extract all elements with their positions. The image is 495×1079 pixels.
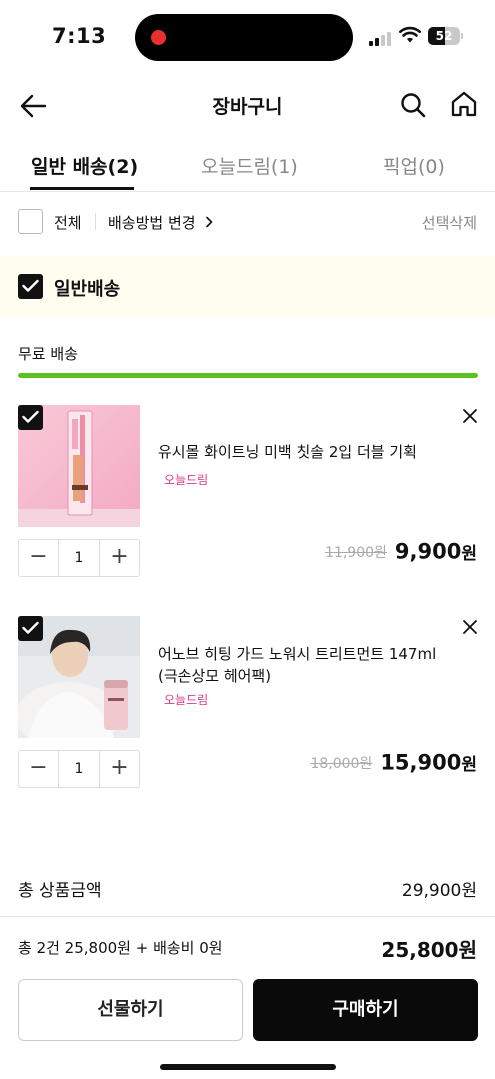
total-amount-value: 29,900원: [401, 881, 477, 901]
tab-general-shipping[interactable]: 일반 배송(2): [31, 152, 138, 179]
decrease-quantity-button[interactable]: −: [19, 751, 59, 787]
close-icon[interactable]: [461, 618, 479, 636]
battery-icon: 52: [428, 27, 460, 45]
quantity-value: 1: [74, 761, 84, 777]
group-checkbox[interactable]: [18, 274, 43, 299]
cart-item: 유시몰 화이트닝 미백 칫솔 2입 더블 기획 오늘드림 − 1 + 11,90…: [0, 405, 495, 605]
home-icon[interactable]: [450, 90, 478, 118]
status-time: 7:13: [52, 24, 107, 48]
price-row: 11,900원 9,900원: [325, 539, 477, 575]
delete-selected-button[interactable]: 선택삭제: [422, 212, 477, 233]
quantity-stepper: − 1 +: [18, 750, 140, 788]
chevron-right-icon: [206, 216, 213, 228]
tab-today-delivery[interactable]: 오늘드림(1): [201, 152, 298, 179]
cellular-signal-icon: [369, 30, 395, 46]
free-shipping-label: 무료 배송: [18, 345, 78, 363]
increase-quantity-button[interactable]: +: [99, 540, 139, 576]
recording-indicator-icon: [151, 30, 166, 45]
change-shipping-label: 배송방법 변경: [108, 214, 196, 232]
free-shipping-progress: [18, 373, 478, 378]
status-bar: 7:13 52: [0, 0, 495, 72]
home-indicator: [160, 1064, 336, 1070]
tab-pickup[interactable]: 픽업(0): [383, 152, 445, 179]
original-price: 18,000원: [310, 755, 373, 772]
checkmark-icon: [22, 410, 39, 423]
sale-price: 15,900: [380, 750, 462, 775]
price-row: 18,000원 15,900원: [310, 750, 477, 786]
search-icon[interactable]: [399, 91, 427, 119]
order-summary-text: 총 2건 25,800원 + 배송비 0원: [18, 939, 223, 957]
currency-unit: 원: [461, 544, 477, 564]
sale-price: 9,900: [394, 539, 462, 564]
close-icon[interactable]: [461, 407, 479, 425]
item-checkbox[interactable]: [18, 405, 43, 430]
item-name[interactable]: 유시몰 화이트닝 미백 칫솔 2입 더블 기획: [158, 441, 458, 463]
increase-quantity-button[interactable]: +: [99, 751, 139, 787]
select-all-checkbox[interactable]: [18, 209, 43, 234]
currency-unit: 원: [461, 755, 477, 775]
group-title: 일반배송: [54, 279, 121, 300]
app-header: 장바구니: [0, 78, 495, 134]
buy-button[interactable]: 구매하기: [253, 979, 478, 1041]
progress-fill: [18, 373, 478, 378]
item-checkbox[interactable]: [18, 616, 43, 641]
order-summary-total: 25,800원: [381, 938, 477, 962]
gift-button[interactable]: 선물하기: [18, 979, 243, 1041]
quantity-stepper: − 1 +: [18, 539, 140, 577]
checkmark-icon: [22, 621, 39, 634]
wifi-icon: [399, 26, 421, 43]
shipping-group-header: 일반배송: [0, 256, 495, 316]
original-price: 11,900원: [325, 544, 387, 561]
quantity-value: 1: [74, 550, 84, 566]
total-amount-label: 총 상품금액: [18, 881, 102, 901]
cart-item: 어노브 히팅 가드 노워시 트리트먼트 147ml (극손상모 헤어팩) 오늘드…: [0, 616, 495, 816]
select-all-label[interactable]: 전체: [54, 212, 82, 233]
today-delivery-tag: 오늘드림: [164, 693, 209, 707]
total-product-amount-row: 총 상품금액 29,900원: [0, 862, 495, 912]
decrease-quantity-button[interactable]: −: [19, 540, 59, 576]
battery-level: 52: [435, 29, 453, 43]
today-delivery-tag: 오늘드림: [164, 473, 209, 487]
order-summary-bar: 총 2건 25,800원 + 배송비 0원 25,800원: [0, 916, 495, 972]
dynamic-island: [135, 14, 353, 61]
shipping-tabs: 일반 배송(2) 오늘드림(1) 픽업(0): [0, 140, 495, 192]
active-tab-indicator: [30, 187, 134, 190]
item-name[interactable]: 어노브 히팅 가드 노워시 트리트먼트 147ml (극손상모 헤어팩): [158, 643, 458, 687]
select-bar: 전체 배송방법 변경 선택삭제: [0, 198, 495, 248]
checkmark-icon: [22, 279, 39, 292]
divider: [95, 213, 96, 230]
change-shipping-method-link[interactable]: 배송방법 변경: [108, 212, 214, 233]
